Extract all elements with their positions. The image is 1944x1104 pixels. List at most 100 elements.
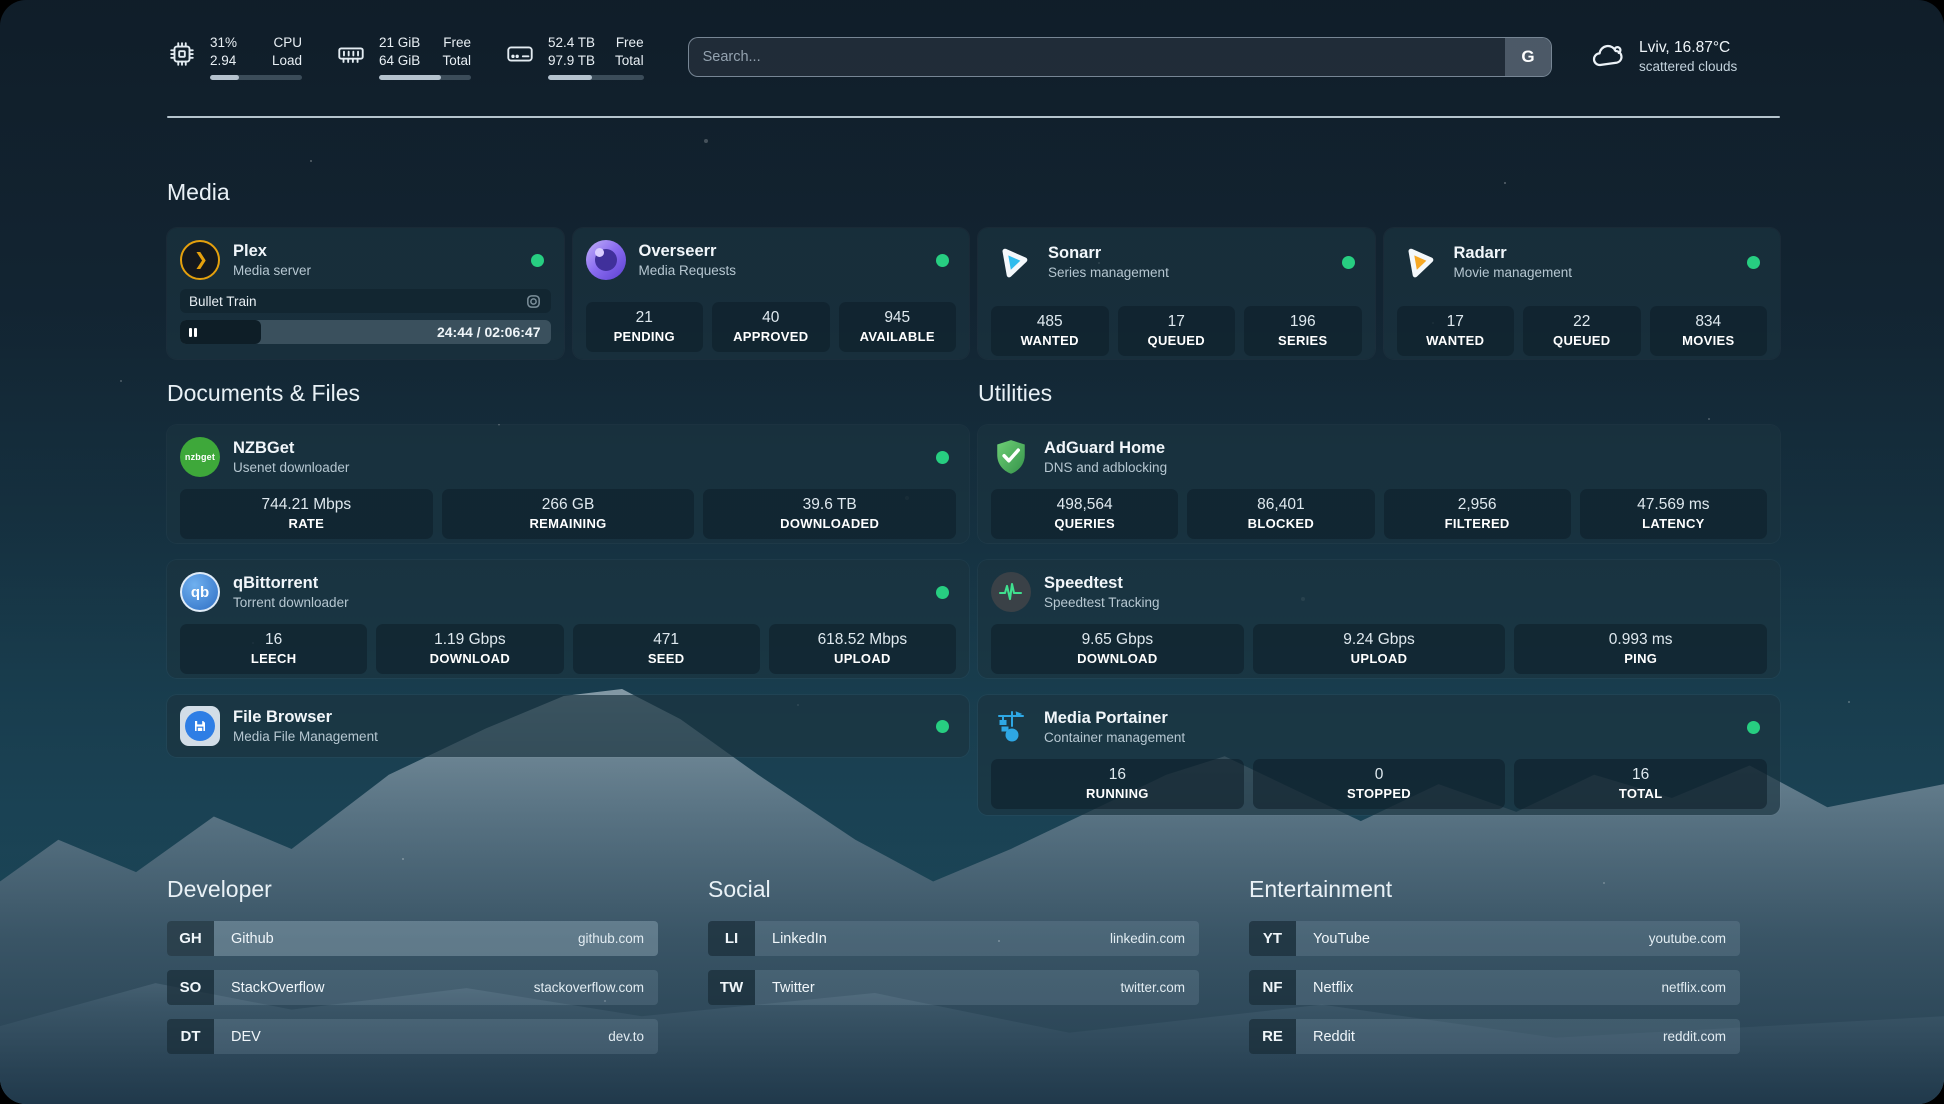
now-playing-title: Bullet Train [189,294,257,309]
app-card-portainer[interactable]: Media Portainer Container management 16R… [978,695,1780,815]
topbar: 31% 2.94 CPU Load [167,26,1780,88]
status-dot [936,586,949,599]
app-card-sonarr[interactable]: Sonarr Series management 485WANTED 17QUE… [978,228,1375,359]
bookmark-url: netflix.com [1661,980,1726,995]
bookmark-badge: RE [1249,1019,1296,1054]
app-card-speedtest[interactable]: Speedtest Speedtest Tracking 9.65 GbpsDO… [978,560,1780,678]
app-description: Media Requests [639,262,737,280]
stat-box: 498,564QUERIES [991,489,1178,539]
bookmark-group-social: Social LI LinkedIn linkedin.com TW Twitt… [708,873,1199,1068]
snow-particles [0,0,2,2]
stat-box: 744.21 MbpsRATE [180,489,433,539]
bookmark-reddit[interactable]: RE Reddit reddit.com [1249,1019,1740,1054]
stat-box: 618.52 MbpsUPLOAD [769,624,956,674]
topbar-divider [167,116,1780,118]
disk-icon [505,39,535,69]
stat-box: 47.569 msLATENCY [1580,489,1767,539]
cpu-progress-bar [210,75,302,80]
bookmark-netflix[interactable]: NF Netflix netflix.com [1249,970,1740,1005]
dashboard-root: 31% 2.94 CPU Load [0,0,1944,1104]
app-description: DNS and adblocking [1044,459,1167,477]
disk-progress-bar [548,75,644,80]
section-title-developer: Developer [167,873,658,905]
stat-box: 17WANTED [1397,306,1515,356]
weather-location-temp: Lviv, 16.87°C [1639,38,1737,58]
bookmark-badge: DT [167,1019,214,1054]
bookmark-youtube[interactable]: YT YouTube youtube.com [1249,921,1740,956]
bookmark-name: Reddit [1313,1029,1355,1045]
section-title-entertainment: Entertainment [1249,873,1740,905]
stat-box: 16RUNNING [991,759,1244,809]
app-name: File Browser [233,707,378,728]
bookmark-name: Netflix [1313,980,1353,996]
ram-icon [336,39,366,69]
bookmark-twitter[interactable]: TW Twitter twitter.com [708,970,1199,1005]
app-card-nzbget[interactable]: nzbget NZBGet Usenet downloader 744.21 M… [167,425,969,543]
playback-progress [180,320,261,344]
status-dot [1747,256,1760,269]
cpu-load-label: Load [272,52,302,70]
system-metrics: 31% 2.94 CPU Load [167,34,644,80]
bookmark-group-entertainment: Entertainment YT YouTube youtube.com NF … [1249,873,1740,1068]
bookmark-badge: LI [708,921,755,956]
weather-widget: Lviv, 16.87°C scattered clouds [1590,38,1780,76]
bookmark-name: Twitter [772,980,815,996]
app-name: Media Portainer [1044,708,1185,729]
section-title-documents: Documents & Files [167,377,969,409]
scene-icon [525,293,542,310]
now-playing-row: Bullet Train [180,289,551,313]
stat-box: 39.6 TBDOWNLOADED [703,489,956,539]
bookmark-name: YouTube [1313,931,1370,947]
app-card-overseerr[interactable]: Overseerr Media Requests 21PENDING 40APP… [573,228,970,359]
player-bar[interactable]: 24:44 / 02:06:47 [180,320,551,344]
cpu-widget: 31% 2.94 CPU Load [167,34,302,80]
app-name: NZBGet [233,438,349,459]
status-dot [936,451,949,464]
ram-total-value: 64 GiB [379,52,420,70]
section-title-media: Media [167,176,1780,208]
pause-icon[interactable] [189,328,197,337]
bookmark-name: DEV [231,1029,261,1045]
cloud-icon [1590,39,1626,75]
stat-box: 9.24 GbpsUPLOAD [1253,624,1506,674]
radarr-icon [1397,240,1441,284]
bookmark-group-developer: Developer GH Github github.com SO StackO… [167,873,658,1068]
app-card-adguard[interactable]: AdGuard Home DNS and adblocking 498,564Q… [978,425,1780,543]
disk-free-value: 52.4 TB [548,34,595,52]
stat-box: 40APPROVED [712,302,830,352]
portainer-icon [991,707,1031,747]
disk-free-label: Free [615,34,644,52]
stat-box: 9.65 GbpsDOWNLOAD [991,624,1244,674]
app-card-filebrowser[interactable]: File Browser Media File Management [167,695,969,757]
stat-box: 2,956FILTERED [1384,489,1571,539]
bookmark-url: dev.to [608,1029,644,1044]
app-card-plex[interactable]: ❯ Plex Media server Bullet Train [167,228,564,359]
bookmark-stackoverflow[interactable]: SO StackOverflow stackoverflow.com [167,970,658,1005]
adguard-icon [991,437,1031,477]
stat-box: 86,401BLOCKED [1187,489,1374,539]
status-dot [936,254,949,267]
status-dot [531,254,544,267]
weather-condition: scattered clouds [1639,58,1737,76]
app-description: Speedtest Tracking [1044,594,1160,612]
bookmark-name: StackOverflow [231,980,324,996]
disk-widget: 52.4 TB 97.9 TB Free Total [505,34,644,80]
search-input[interactable] [689,38,1505,76]
stat-box: 266 GBREMAINING [442,489,695,539]
app-card-qbittorrent[interactable]: qb qBittorrent Torrent downloader 16LEEC… [167,560,969,678]
cpu-usage-value: 31% [210,34,237,52]
search-engine-button[interactable]: G [1505,38,1551,76]
bookmark-github[interactable]: GH Github github.com [167,921,658,956]
ram-free-label: Free [442,34,471,52]
app-card-radarr[interactable]: Radarr Movie management 17WANTED 22QUEUE… [1384,228,1781,359]
bookmark-dev[interactable]: DT DEV dev.to [167,1019,658,1054]
bookmark-linkedin[interactable]: LI LinkedIn linkedin.com [708,921,1199,956]
stat-box: 21PENDING [586,302,704,352]
bookmark-url: stackoverflow.com [534,980,644,995]
app-name: qBittorrent [233,573,349,594]
app-description: Container management [1044,729,1185,747]
stat-box: 17QUEUED [1118,306,1236,356]
disk-total-value: 97.9 TB [548,52,595,70]
stat-box: 1.19 GbpsDOWNLOAD [376,624,563,674]
bookmark-url: reddit.com [1663,1029,1726,1044]
